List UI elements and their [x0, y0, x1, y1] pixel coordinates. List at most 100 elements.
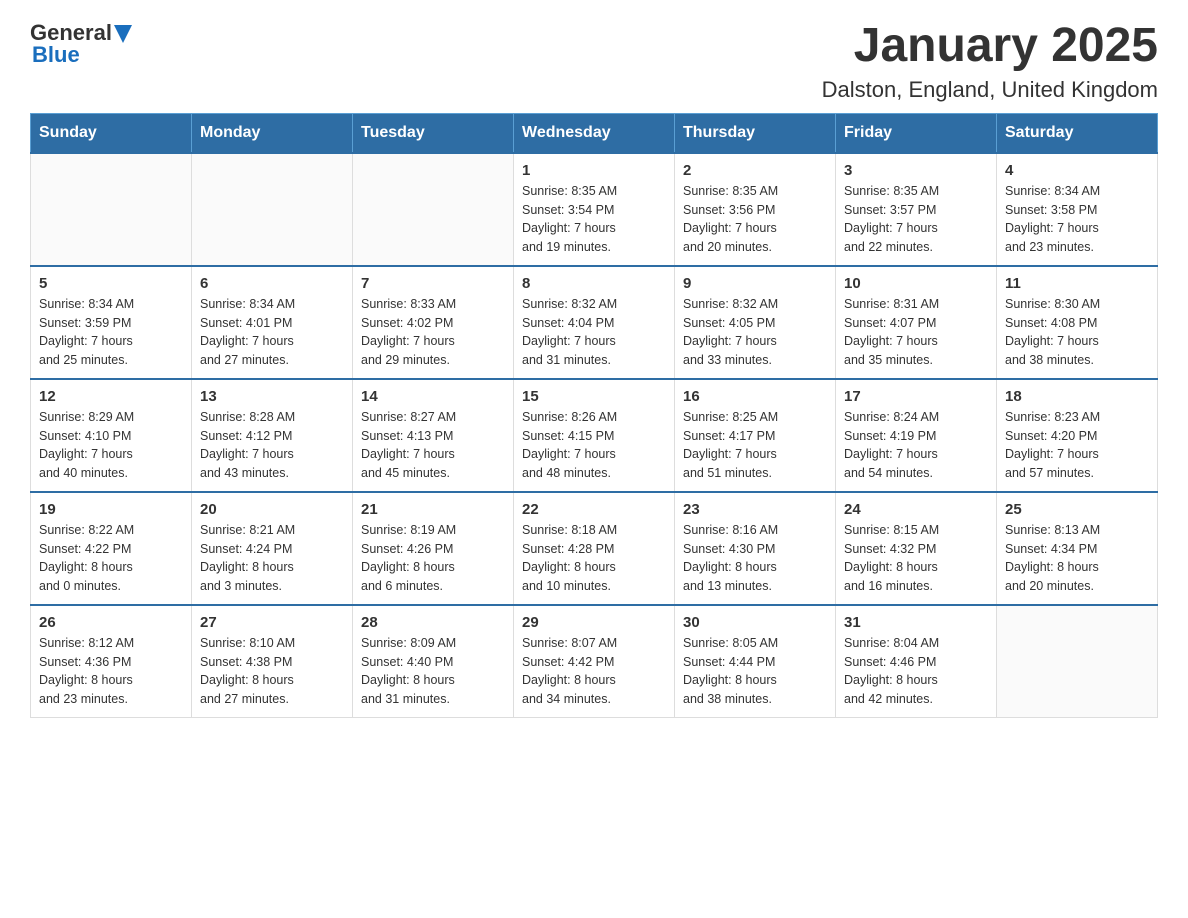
calendar-title: January 2025 — [822, 20, 1158, 73]
day-number: 3 — [844, 162, 988, 179]
weekday-header-wednesday: Wednesday — [514, 113, 675, 153]
day-number: 27 — [200, 614, 344, 631]
day-number: 1 — [522, 162, 666, 179]
calendar-cell: 2Sunrise: 8:35 AM Sunset: 3:56 PM Daylig… — [675, 153, 836, 266]
calendar-table: SundayMondayTuesdayWednesdayThursdayFrid… — [30, 113, 1158, 718]
day-info: Sunrise: 8:18 AM Sunset: 4:28 PM Dayligh… — [522, 521, 666, 596]
day-number: 22 — [522, 501, 666, 518]
day-info: Sunrise: 8:21 AM Sunset: 4:24 PM Dayligh… — [200, 521, 344, 596]
day-info: Sunrise: 8:35 AM Sunset: 3:57 PM Dayligh… — [844, 182, 988, 257]
day-info: Sunrise: 8:30 AM Sunset: 4:08 PM Dayligh… — [1005, 295, 1149, 370]
day-info: Sunrise: 8:23 AM Sunset: 4:20 PM Dayligh… — [1005, 408, 1149, 483]
day-info: Sunrise: 8:34 AM Sunset: 4:01 PM Dayligh… — [200, 295, 344, 370]
day-info: Sunrise: 8:16 AM Sunset: 4:30 PM Dayligh… — [683, 521, 827, 596]
day-info: Sunrise: 8:34 AM Sunset: 3:59 PM Dayligh… — [39, 295, 183, 370]
calendar-cell: 22 Sunrise: 8:18 AM Sunset: 4:28 PM Dayli… — [514, 492, 675, 605]
calendar-cell: 31Sunrise: 8:04 AM Sunset: 4:46 PM Dayli… — [836, 605, 997, 718]
calendar-subtitle: Dalston, England, United Kingdom — [822, 77, 1158, 103]
day-info: Sunrise: 8:19 AM Sunset: 4:26 PM Dayligh… — [361, 521, 505, 596]
day-number: 28 — [361, 614, 505, 631]
day-number: 12 — [39, 388, 183, 405]
day-info: Sunrise: 8:33 AM Sunset: 4:02 PM Dayligh… — [361, 295, 505, 370]
day-number: 17 — [844, 388, 988, 405]
day-info: Sunrise: 8:22 AM Sunset: 4:22 PM Dayligh… — [39, 521, 183, 596]
day-info: Sunrise: 8:04 AM Sunset: 4:46 PM Dayligh… — [844, 634, 988, 709]
calendar-cell — [31, 153, 192, 266]
calendar-cell: 4Sunrise: 8:34 AM Sunset: 3:58 PM Daylig… — [997, 153, 1158, 266]
day-number: 6 — [200, 275, 344, 292]
day-number: 30 — [683, 614, 827, 631]
page-header: General Blue January 2025 Dalston, Engla… — [30, 20, 1158, 103]
calendar-cell: 8Sunrise: 8:32 AM Sunset: 4:04 PM Daylig… — [514, 266, 675, 379]
day-info: Sunrise: 8:15 AM Sunset: 4:32 PM Dayligh… — [844, 521, 988, 596]
day-number: 10 — [844, 275, 988, 292]
day-number: 2 — [683, 162, 827, 179]
calendar-cell: 1Sunrise: 8:35 AM Sunset: 3:54 PM Daylig… — [514, 153, 675, 266]
calendar-cell: 9Sunrise: 8:32 AM Sunset: 4:05 PM Daylig… — [675, 266, 836, 379]
calendar-cell — [353, 153, 514, 266]
weekday-header-row: SundayMondayTuesdayWednesdayThursdayFrid… — [31, 113, 1158, 153]
calendar-cell: 23 Sunrise: 8:16 AM Sunset: 4:30 PM Dayli… — [675, 492, 836, 605]
day-info: Sunrise: 8:24 AM Sunset: 4:19 PM Dayligh… — [844, 408, 988, 483]
calendar-cell: 16 Sunrise: 8:25 AM Sunset: 4:17 PM Dayli… — [675, 379, 836, 492]
calendar-cell: 3 Sunrise: 8:35 AM Sunset: 3:57 PM Daylig… — [836, 153, 997, 266]
weekday-header-saturday: Saturday — [997, 113, 1158, 153]
calendar-cell: 19 Sunrise: 8:22 AM Sunset: 4:22 PM Dayli… — [31, 492, 192, 605]
calendar-cell: 10 Sunrise: 8:31 AM Sunset: 4:07 PM Dayli… — [836, 266, 997, 379]
logo: General Blue — [30, 20, 132, 68]
calendar-cell: 21 Sunrise: 8:19 AM Sunset: 4:26 PM Dayli… — [353, 492, 514, 605]
day-number: 4 — [1005, 162, 1149, 179]
day-number: 7 — [361, 275, 505, 292]
day-number: 19 — [39, 501, 183, 518]
title-block: January 2025 Dalston, England, United Ki… — [822, 20, 1158, 103]
day-info: Sunrise: 8:25 AM Sunset: 4:17 PM Dayligh… — [683, 408, 827, 483]
day-info: Sunrise: 8:10 AM Sunset: 4:38 PM Dayligh… — [200, 634, 344, 709]
calendar-cell: 14 Sunrise: 8:27 AM Sunset: 4:13 PM Dayli… — [353, 379, 514, 492]
calendar-week-2: 5 Sunrise: 8:34 AM Sunset: 3:59 PM Daylig… — [31, 266, 1158, 379]
logo-triangle-icon — [114, 25, 132, 43]
calendar-cell: 18 Sunrise: 8:23 AM Sunset: 4:20 PM Dayli… — [997, 379, 1158, 492]
day-number: 13 — [200, 388, 344, 405]
calendar-cell: 5 Sunrise: 8:34 AM Sunset: 3:59 PM Daylig… — [31, 266, 192, 379]
calendar-cell: 26 Sunrise: 8:12 AM Sunset: 4:36 PM Dayli… — [31, 605, 192, 718]
day-number: 21 — [361, 501, 505, 518]
day-number: 8 — [522, 275, 666, 292]
calendar-cell: 15Sunrise: 8:26 AM Sunset: 4:15 PM Dayli… — [514, 379, 675, 492]
day-number: 18 — [1005, 388, 1149, 405]
day-number: 26 — [39, 614, 183, 631]
calendar-week-1: 1Sunrise: 8:35 AM Sunset: 3:54 PM Daylig… — [31, 153, 1158, 266]
day-info: Sunrise: 8:05 AM Sunset: 4:44 PM Dayligh… — [683, 634, 827, 709]
calendar-cell: 29Sunrise: 8:07 AM Sunset: 4:42 PM Dayli… — [514, 605, 675, 718]
day-info: Sunrise: 8:27 AM Sunset: 4:13 PM Dayligh… — [361, 408, 505, 483]
day-info: Sunrise: 8:12 AM Sunset: 4:36 PM Dayligh… — [39, 634, 183, 709]
day-info: Sunrise: 8:31 AM Sunset: 4:07 PM Dayligh… — [844, 295, 988, 370]
weekday-header-sunday: Sunday — [31, 113, 192, 153]
calendar-cell: 13 Sunrise: 8:28 AM Sunset: 4:12 PM Dayli… — [192, 379, 353, 492]
calendar-cell — [997, 605, 1158, 718]
calendar-cell: 11 Sunrise: 8:30 AM Sunset: 4:08 PM Dayli… — [997, 266, 1158, 379]
day-info: Sunrise: 8:26 AM Sunset: 4:15 PM Dayligh… — [522, 408, 666, 483]
calendar-cell: 27 Sunrise: 8:10 AM Sunset: 4:38 PM Dayli… — [192, 605, 353, 718]
day-number: 25 — [1005, 501, 1149, 518]
day-number: 14 — [361, 388, 505, 405]
weekday-header-friday: Friday — [836, 113, 997, 153]
calendar-week-4: 19 Sunrise: 8:22 AM Sunset: 4:22 PM Dayli… — [31, 492, 1158, 605]
day-info: Sunrise: 8:09 AM Sunset: 4:40 PM Dayligh… — [361, 634, 505, 709]
day-info: Sunrise: 8:07 AM Sunset: 4:42 PM Dayligh… — [522, 634, 666, 709]
day-number: 5 — [39, 275, 183, 292]
calendar-cell — [192, 153, 353, 266]
day-info: Sunrise: 8:28 AM Sunset: 4:12 PM Dayligh… — [200, 408, 344, 483]
day-number: 16 — [683, 388, 827, 405]
day-number: 11 — [1005, 275, 1149, 292]
calendar-cell: 12Sunrise: 8:29 AM Sunset: 4:10 PM Dayli… — [31, 379, 192, 492]
day-number: 9 — [683, 275, 827, 292]
calendar-cell: 25 Sunrise: 8:13 AM Sunset: 4:34 PM Dayli… — [997, 492, 1158, 605]
calendar-cell: 30 Sunrise: 8:05 AM Sunset: 4:44 PM Dayli… — [675, 605, 836, 718]
weekday-header-tuesday: Tuesday — [353, 113, 514, 153]
calendar-cell: 17 Sunrise: 8:24 AM Sunset: 4:19 PM Dayli… — [836, 379, 997, 492]
weekday-header-monday: Monday — [192, 113, 353, 153]
day-number: 23 — [683, 501, 827, 518]
calendar-week-5: 26 Sunrise: 8:12 AM Sunset: 4:36 PM Dayli… — [31, 605, 1158, 718]
calendar-cell: 6 Sunrise: 8:34 AM Sunset: 4:01 PM Daylig… — [192, 266, 353, 379]
day-info: Sunrise: 8:13 AM Sunset: 4:34 PM Dayligh… — [1005, 521, 1149, 596]
